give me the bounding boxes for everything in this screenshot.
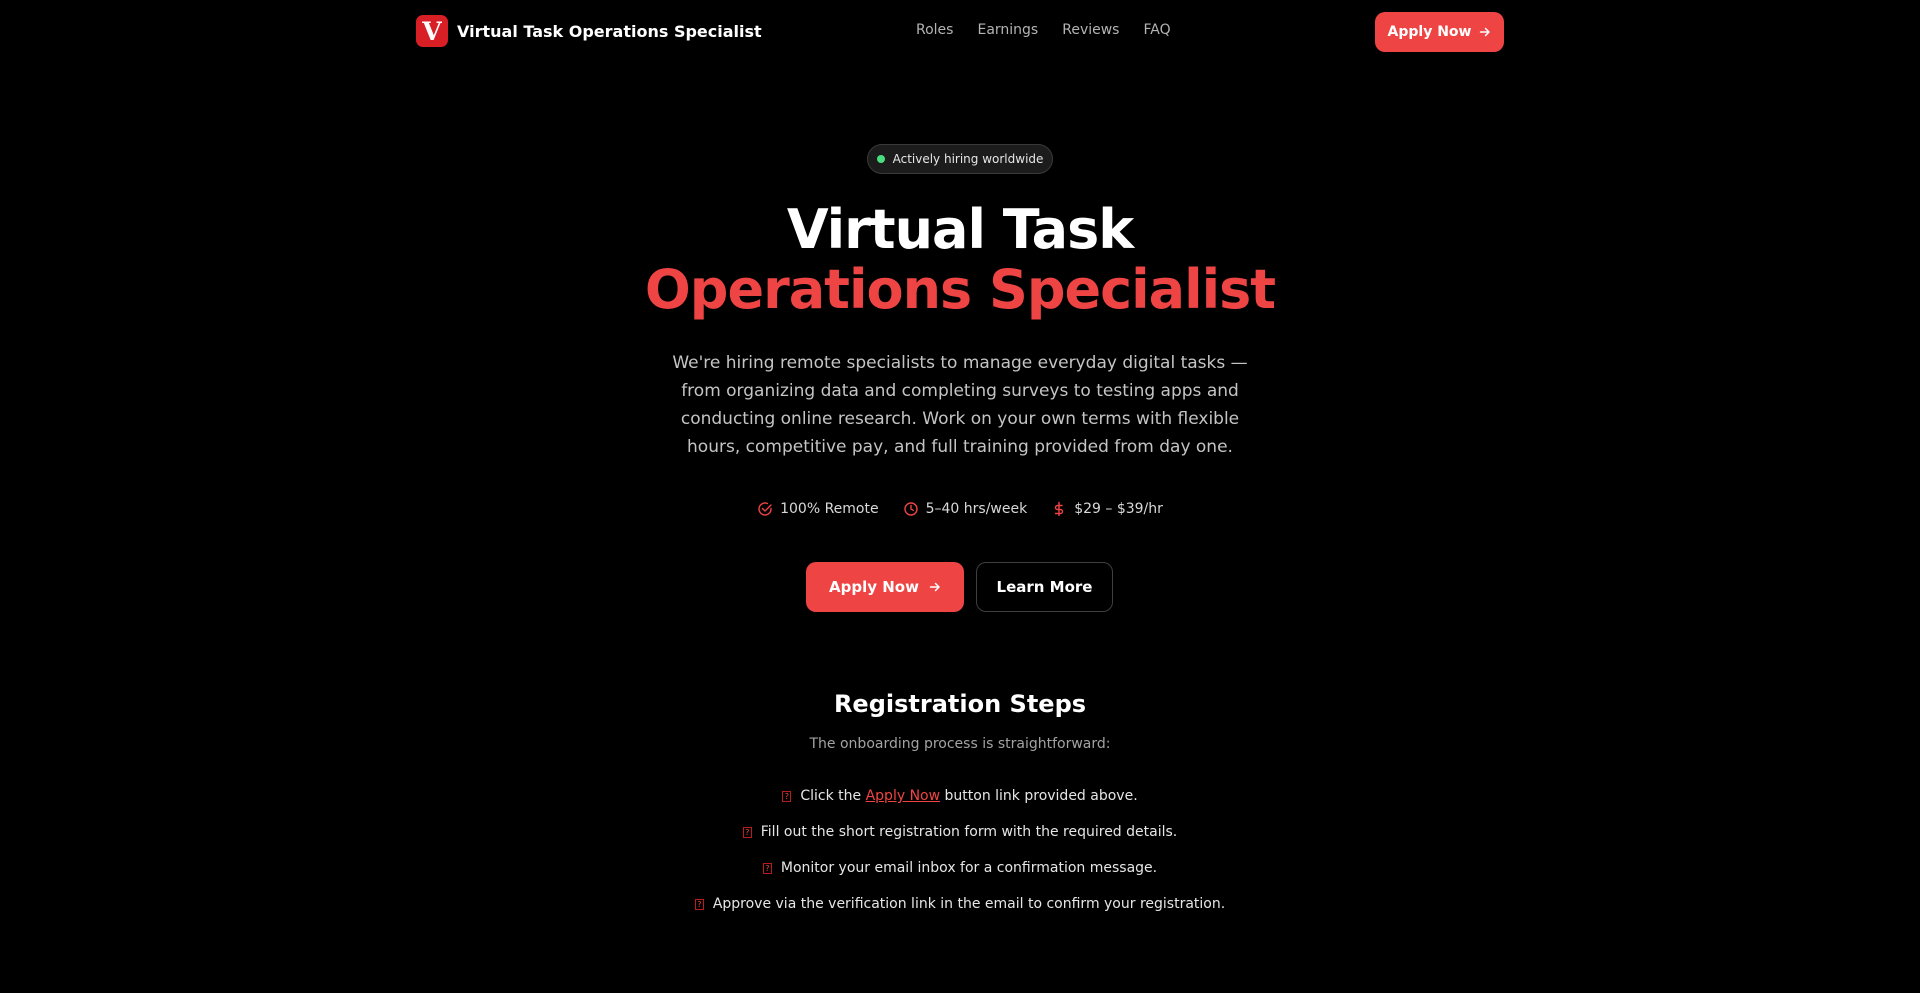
hero-cta-group: Apply Now Learn More xyxy=(806,562,1113,612)
feature-list: 100% Remote 5–40 hrs/week $29 – $39/hr xyxy=(0,501,1920,517)
badge-label: Actively hiring worldwide xyxy=(892,152,1044,166)
logo-icon: V xyxy=(416,15,448,47)
check-circle-icon xyxy=(758,502,772,516)
main-nav: Roles Earnings Reviews FAQ xyxy=(916,22,1171,38)
step-1-before: Click the xyxy=(800,788,862,804)
dollar-icon xyxy=(1055,501,1064,517)
nav-link-faq[interactable]: FAQ xyxy=(1143,22,1170,38)
hero-description: We're hiring remote specialists to manag… xyxy=(672,353,1248,457)
feature-remote-label: 100% Remote xyxy=(780,501,879,517)
step-marker-icon: ? xyxy=(762,862,772,874)
feature-pay-label: $29 – $39/hr xyxy=(1074,501,1163,517)
nav-link-earnings[interactable]: Earnings xyxy=(977,22,1038,38)
learn-more-button[interactable]: Learn More xyxy=(976,562,1113,612)
step-apply-link[interactable]: Apply Now xyxy=(866,788,940,804)
site-header: V Virtual Task Operations Specialist Rol… xyxy=(0,0,1920,64)
feature-hours: 5–40 hrs/week xyxy=(903,501,1028,517)
header-apply-button[interactable]: Apply Now xyxy=(1375,12,1504,52)
step-3-text: Monitor your email inbox for a confirmat… xyxy=(780,860,1158,876)
step-item-4: ? Approve via the verification link in t… xyxy=(0,886,1920,922)
arrow-right-icon xyxy=(1480,27,1491,37)
step-item-1: ? Click the Apply Now button link provid… xyxy=(0,778,1920,814)
hero-apply-label: Apply Now xyxy=(829,578,919,596)
step-item-3: ? Monitor your email inbox for a confirm… xyxy=(0,850,1920,886)
step-4-text: Approve via the verification link in the… xyxy=(712,896,1226,912)
registration-subtitle: The onboarding process is straightforwar… xyxy=(809,736,1111,752)
feature-remote: 100% Remote xyxy=(757,501,879,517)
step-marker-icon: ? xyxy=(742,826,752,838)
clock-icon xyxy=(903,502,918,516)
hero-title: Virtual Task Operations Specialist xyxy=(0,200,1920,320)
hiring-status-badge: Actively hiring worldwide xyxy=(867,144,1053,174)
registration-steps: ? Click the Apply Now button link provid… xyxy=(0,778,1920,922)
step-2-text: Fill out the short registration form wit… xyxy=(760,824,1178,840)
step-marker-icon: ? xyxy=(782,790,792,802)
brand-name: Virtual Task Operations Specialist xyxy=(457,21,762,41)
step-item-2: ? Fill out the short registration form w… xyxy=(0,814,1920,850)
brand[interactable]: V Virtual Task Operations Specialist xyxy=(416,15,762,47)
status-dot-icon xyxy=(876,155,885,163)
feature-hours-label: 5–40 hrs/week xyxy=(925,501,1028,517)
nav-link-roles[interactable]: Roles xyxy=(916,22,953,38)
feature-pay: $29 – $39/hr xyxy=(1051,501,1163,517)
registration-title: Registration Steps xyxy=(833,690,1087,718)
arrow-right-icon xyxy=(929,582,940,592)
step-1-after: button link provided above. xyxy=(944,788,1138,804)
step-1-text: Click the Apply Now button link provided… xyxy=(800,788,1137,804)
hero-title-line1: Virtual Task xyxy=(786,198,1134,261)
hero-apply-button[interactable]: Apply Now xyxy=(806,562,964,612)
nav-link-reviews[interactable]: Reviews xyxy=(1062,22,1119,38)
hero-title-line2: Operations Specialist xyxy=(644,258,1276,321)
header-apply-label: Apply Now xyxy=(1387,24,1472,40)
step-marker-icon: ? xyxy=(694,898,704,910)
